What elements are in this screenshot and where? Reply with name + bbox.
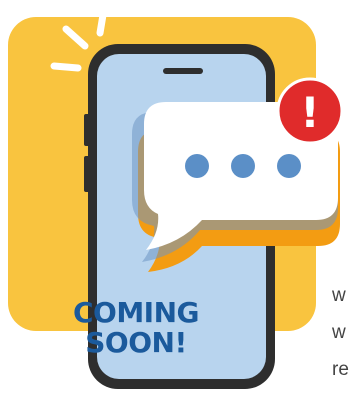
side-text-line-3: re <box>332 359 349 380</box>
side-text-line-2: w <box>332 322 346 343</box>
alert-symbol: ! <box>300 88 319 137</box>
typing-dots-icon <box>185 154 301 178</box>
coming-soon-text: COMING SOON! <box>70 298 202 358</box>
cropped-side-text: w w re <box>332 277 349 388</box>
coming-soon-line-1: COMING <box>72 296 200 329</box>
alert-badge-icon: ! <box>276 77 344 145</box>
coming-soon-illustration: ! COMING SOON! w w re <box>0 0 357 393</box>
side-text-line-1: w <box>332 285 346 306</box>
coming-soon-line-2: SOON! <box>85 326 187 359</box>
